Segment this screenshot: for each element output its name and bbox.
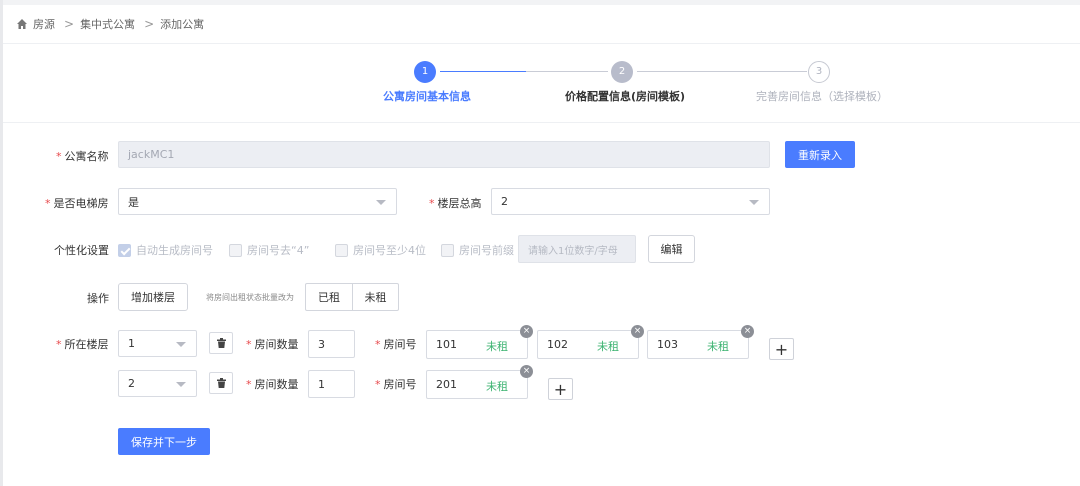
- step-2-indicator: 2: [611, 61, 633, 83]
- breadcrumb-item-add: 添加公寓: [160, 18, 205, 31]
- room-count-input[interactable]: 3: [308, 330, 355, 358]
- divider: [3, 122, 1080, 123]
- checkbox-checked-icon: [118, 243, 131, 257]
- home-icon: [17, 19, 27, 29]
- chevron-down-icon: [176, 381, 186, 387]
- close-icon[interactable]: ×: [631, 325, 644, 338]
- edit-button[interactable]: 编辑: [648, 235, 695, 263]
- breadcrumb: 房源 > 集中式公寓 > 添加公寓: [16, 16, 204, 32]
- room-status[interactable]: 未租: [486, 338, 508, 354]
- step-3-indicator: 3: [808, 61, 830, 83]
- room-tag[interactable]: 102 未租 ×: [537, 325, 644, 359]
- floor-label: * 所在楼层: [56, 338, 109, 351]
- floor-select[interactable]: 2: [118, 370, 197, 397]
- apartment-name-input[interactable]: jackMC1: [118, 141, 770, 168]
- delete-floor-button[interactable]: [209, 372, 233, 394]
- delete-floor-button[interactable]: [209, 332, 233, 354]
- step-1-label: 公寓房间基本信息: [383, 90, 471, 103]
- breadcrumb-item-apartment[interactable]: 集中式公寓: [80, 16, 135, 32]
- room-number: 102: [547, 338, 568, 351]
- chevron-down-icon: [376, 199, 386, 205]
- batch-status-toggle: 已租 未租: [305, 283, 399, 311]
- add-room-button[interactable]: +: [769, 338, 794, 360]
- room-tag[interactable]: 201 未租 ×: [426, 365, 533, 399]
- breadcrumb-separator: >: [64, 17, 75, 31]
- chevron-down-icon: [176, 341, 186, 347]
- room-count-input[interactable]: 1: [308, 370, 355, 398]
- room-count-label: * 房间数量: [246, 338, 299, 351]
- min-four-digit-checkbox[interactable]: 房间号至少4位: [335, 242, 426, 258]
- no-four-checkbox[interactable]: 房间号去“4”: [229, 242, 309, 258]
- step-2-label: 价格配置信息(房间模板): [565, 90, 686, 103]
- close-icon[interactable]: ×: [741, 325, 754, 338]
- divider: [3, 43, 1080, 44]
- step-line-1: [440, 71, 526, 72]
- checkbox-icon: [229, 243, 242, 257]
- checkbox-icon: [335, 243, 348, 257]
- breadcrumb-separator: >: [144, 17, 155, 31]
- personalization-label: 个性化设置: [54, 244, 109, 257]
- reenter-button[interactable]: 重新录入: [785, 141, 855, 168]
- floor-select[interactable]: 1: [118, 330, 197, 357]
- prefix-input[interactable]: 请输入1位数字/字母: [518, 235, 636, 263]
- prefix-checkbox[interactable]: 房间号前缀: [441, 242, 514, 258]
- room-status[interactable]: 未租: [486, 378, 508, 394]
- room-number: 103: [657, 338, 678, 351]
- batch-unrented-button[interactable]: 未租: [352, 284, 398, 310]
- floor-total-select[interactable]: 2: [491, 188, 770, 215]
- add-floor-button[interactable]: 增加楼层: [118, 283, 188, 311]
- step-line-2: [637, 71, 807, 72]
- room-tag[interactable]: 103 未租 ×: [647, 325, 754, 359]
- room-number: 201: [436, 378, 457, 391]
- add-room-button[interactable]: +: [548, 378, 573, 400]
- room-number-label: * 房间号: [375, 338, 417, 351]
- chevron-down-icon: [749, 199, 759, 205]
- close-icon[interactable]: ×: [520, 365, 533, 378]
- top-border: [0, 0, 1080, 5]
- apartment-name-label: * 公寓名称: [56, 150, 109, 163]
- room-status[interactable]: 未租: [707, 338, 729, 354]
- auto-room-number-checkbox[interactable]: 自动生成房间号: [118, 242, 213, 258]
- checkbox-icon: [441, 243, 454, 257]
- batch-status-note: 将房间出租状态批量改为: [206, 293, 294, 302]
- room-number-label: * 房间号: [375, 378, 417, 391]
- floor-total-label: * 楼层总高: [429, 197, 482, 210]
- operations-label: 操作: [87, 292, 109, 305]
- left-border: [0, 0, 3, 486]
- step-3-label: 完善房间信息（选择模板）: [756, 90, 888, 103]
- room-number: 101: [436, 338, 457, 351]
- step-1-indicator: 1: [414, 61, 436, 83]
- elevator-label: * 是否电梯房: [45, 197, 109, 210]
- batch-rented-button[interactable]: 已租: [306, 284, 352, 310]
- breadcrumb-item-source[interactable]: 房源: [33, 16, 55, 32]
- room-tag[interactable]: 101 未租 ×: [426, 325, 533, 359]
- step-line-1b: [526, 71, 608, 72]
- trash-icon: [216, 338, 226, 348]
- close-icon[interactable]: ×: [520, 325, 533, 338]
- elevator-select[interactable]: 是: [118, 188, 397, 215]
- room-status[interactable]: 未租: [597, 338, 619, 354]
- trash-icon: [216, 378, 226, 388]
- save-next-button[interactable]: 保存并下一步: [118, 428, 210, 455]
- room-count-label: * 房间数量: [246, 378, 299, 391]
